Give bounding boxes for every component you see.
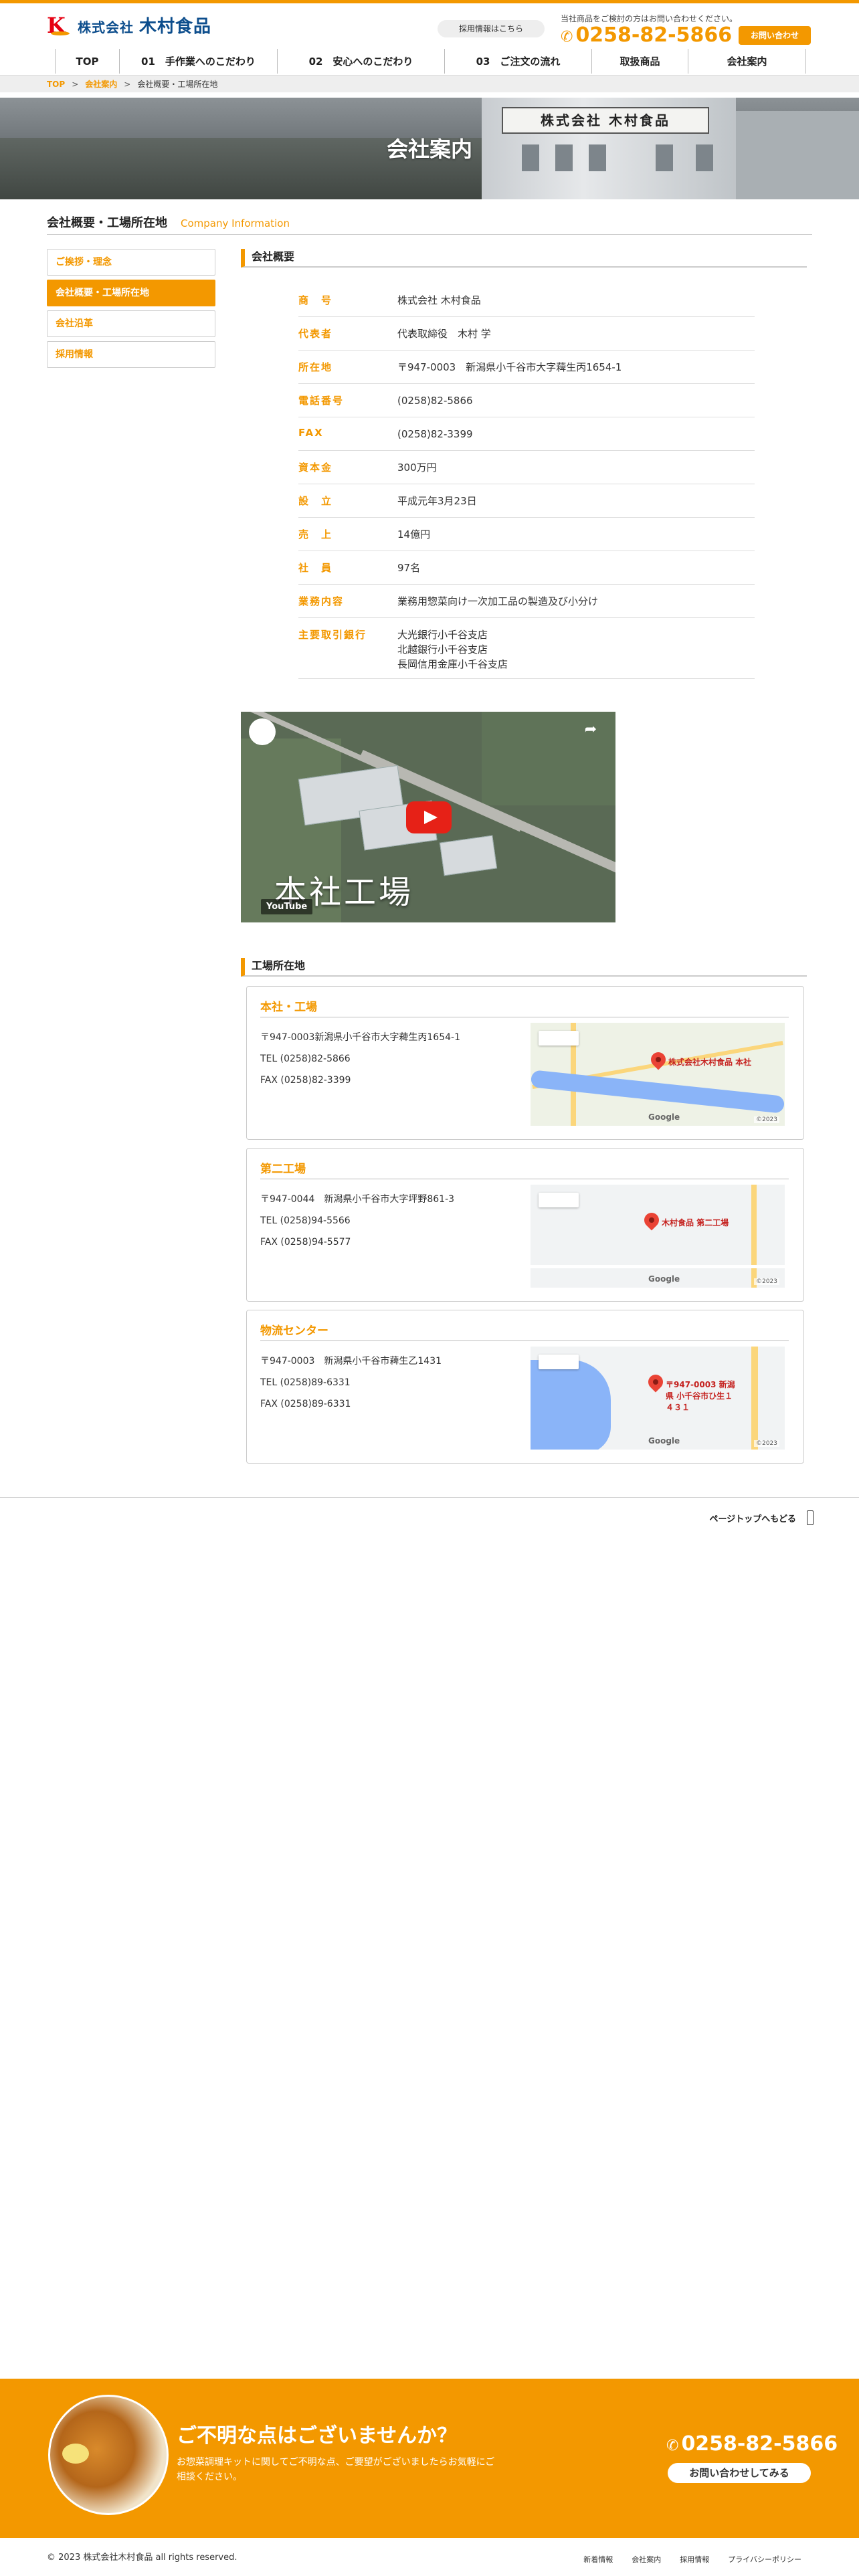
breadcrumb: TOP > 会社案内 > 会社概要・工場所在地 [0,75,859,92]
copyright: © 2023 株式会社木村食品 all rights reserved. [47,2553,237,2563]
table-row: 売 上 14億円 [298,518,755,551]
nav-top[interactable]: TOP [56,49,120,74]
building-sign: 株式会社 木村食品 [502,107,709,134]
sidebar: ご挨拶・理念 会社概要・工場所在地 会社沿革 採用情報 [47,249,215,372]
table-row: FAX (0258)82-3399 [298,417,755,451]
factory-map[interactable]: 木村食品 第二工場 Google ©2023 [531,1185,785,1288]
cta-text: お惣菜調理キットに関してご不明な点、ご要望がございましたらお気軽にご相談ください… [177,2457,495,2482]
factory-map[interactable]: 株式会社木村食品 本社 Google ©2023 [531,1023,785,1126]
hero-banner: 株式会社 木村食品 会社案内 [0,98,859,199]
factory-map[interactable]: 〒947-0003 新潟県 小千谷市ひ生１４３１ Google ©2023 [531,1347,785,1450]
play-button[interactable] [406,801,452,833]
nav-safety[interactable]: 02 安心へのこだわり [278,49,445,74]
recruit-link[interactable]: 採用情報はこちら [438,20,545,37]
factory-video-player[interactable]: ➦ 本社工場 YouTube [241,712,615,922]
page-heading: 会社概要・工場所在地 Company Information [47,213,812,235]
nav-order-flow[interactable]: 03 ご注文の流れ [445,49,592,74]
cta-heading: ご不明な点はございませんか？ [177,2424,458,2448]
footer-link-company[interactable]: 会社案内 [632,2554,661,2565]
global-nav: TOP 01 手作業へのこだわり 02 安心へのこだわり 03 ご注文の流れ 取… [55,49,807,74]
youtube-logo[interactable]: YouTube [261,899,313,914]
factories-section-title: 工場所在地 [241,958,807,977]
site-footer: © 2023 株式会社木村食品 all rights reserved. 新着情… [0,2538,859,2576]
breadcrumb-home[interactable]: TOP [47,80,65,89]
channel-avatar[interactable] [249,718,276,745]
table-row: 業務内容 業務用惣菜向け一次加工品の製造及び小分け [298,585,755,618]
page-title: 会社概要・工場所在地 [47,216,167,230]
table-row: 設 立平成元年3月23日 [298,484,755,518]
nav-company[interactable]: 会社案内 [688,49,806,74]
footer-link-privacy[interactable]: プライバシーポリシー [728,2554,801,2565]
sidebar-item-recruit[interactable]: 採用情報 [47,341,215,368]
footer-link-news[interactable]: 新着情報 [583,2554,613,2565]
overview-section-title: 会社概要 [241,249,807,268]
sidebar-item-history[interactable]: 会社沿革 [47,310,215,337]
nav-handwork[interactable]: 01 手作業へのこだわり [120,49,278,74]
table-row: 所在地 〒947-0003 新潟県小千谷市大字薭生丙1654-1 [298,351,755,384]
factory-name: 物流センター [260,1321,789,1341]
phone-icon: ✆ [666,2438,679,2454]
arrow-up-icon [807,1510,814,1525]
phone-icon: ✆ [561,29,573,45]
company-info-table: 商 号株式会社 木村食品 代表者 代表取締役 木村 学 所在地 〒947-0003 … [298,284,755,679]
factory-name: 本社・工場 [260,997,789,1017]
breadcrumb-current: 会社概要・工場所在地 [137,80,218,89]
footer-links: 新着情報 会社案内 採用情報 プライバシーポリシー [583,2554,801,2565]
map-expand-button[interactable] [539,1031,579,1046]
cta-tel[interactable]: ✆ 0258-82-5866 [666,2432,838,2456]
page-top-link[interactable]: ページトップへもどる [710,1510,814,1525]
hero-title: 会社案内 [386,136,472,162]
contact-cta-banner: ご不明な点はございませんか？ お惣菜調理キットに関してご不明な点、ご要望がござい… [0,2379,859,2538]
map-expand-button[interactable] [539,1193,579,1207]
header-tel[interactable]: ✆ 0258-82-5866 [561,23,732,47]
factory-card: 本社・工場 〒947-0003新潟県小千谷市大字薭生丙1654-1 TEL (0… [246,986,804,1140]
factory-card: 物流センター 〒947-0003 新潟県小千谷市薭生乙1431 TEL (025… [246,1310,804,1464]
map-expand-button[interactable] [539,1355,579,1369]
page-title-en: Company Information [181,217,290,229]
breadcrumb-parent[interactable]: 会社案内 [85,80,117,89]
logo-mark-icon: K [47,13,70,38]
table-row: 社 員 97名 [298,551,755,585]
site-logo[interactable]: K 株式会社 木村食品 [47,13,212,38]
table-row: 資本金 300万円 [298,451,755,484]
factory-card: 第二工場 〒947-0044 新潟県小千谷市大字坪野861-3 TEL (025… [246,1148,804,1302]
nav-products[interactable]: 取扱商品 [592,49,688,74]
site-header: K 株式会社 木村食品 採用情報はこちら 当社商品をご検討の方はお問い合わせくださ… [0,3,859,49]
factory-name: 第二工場 [260,1159,789,1179]
table-row: 代表者 代表取締役 木村 学 [298,317,755,351]
table-row: 商 号株式会社 木村食品 [298,284,755,317]
content-divider [0,1497,859,1498]
footer-link-recruit[interactable]: 採用情報 [680,2554,709,2565]
sidebar-item-greeting[interactable]: ご挨拶・理念 [47,249,215,276]
sidebar-item-overview[interactable]: 会社概要・工場所在地 [47,280,215,306]
share-icon[interactable]: ➦ [585,721,597,738]
table-row: 電話番号 (0258)82-5866 [298,384,755,417]
table-row: 主要取引銀行 大光銀行小千谷支店 北越銀行小千谷支店 長岡信用金庫小千谷支店 [298,618,755,679]
cta-contact-button[interactable]: お問い合わせしてみる [668,2463,811,2483]
header-notice: 当社商品をご検討の方はお問い合わせください。 [561,14,738,23]
karaage-photo [48,2395,169,2515]
contact-button[interactable]: お問い合わせ [739,26,811,45]
logo-text: 株式会社 木村食品 [78,17,212,37]
